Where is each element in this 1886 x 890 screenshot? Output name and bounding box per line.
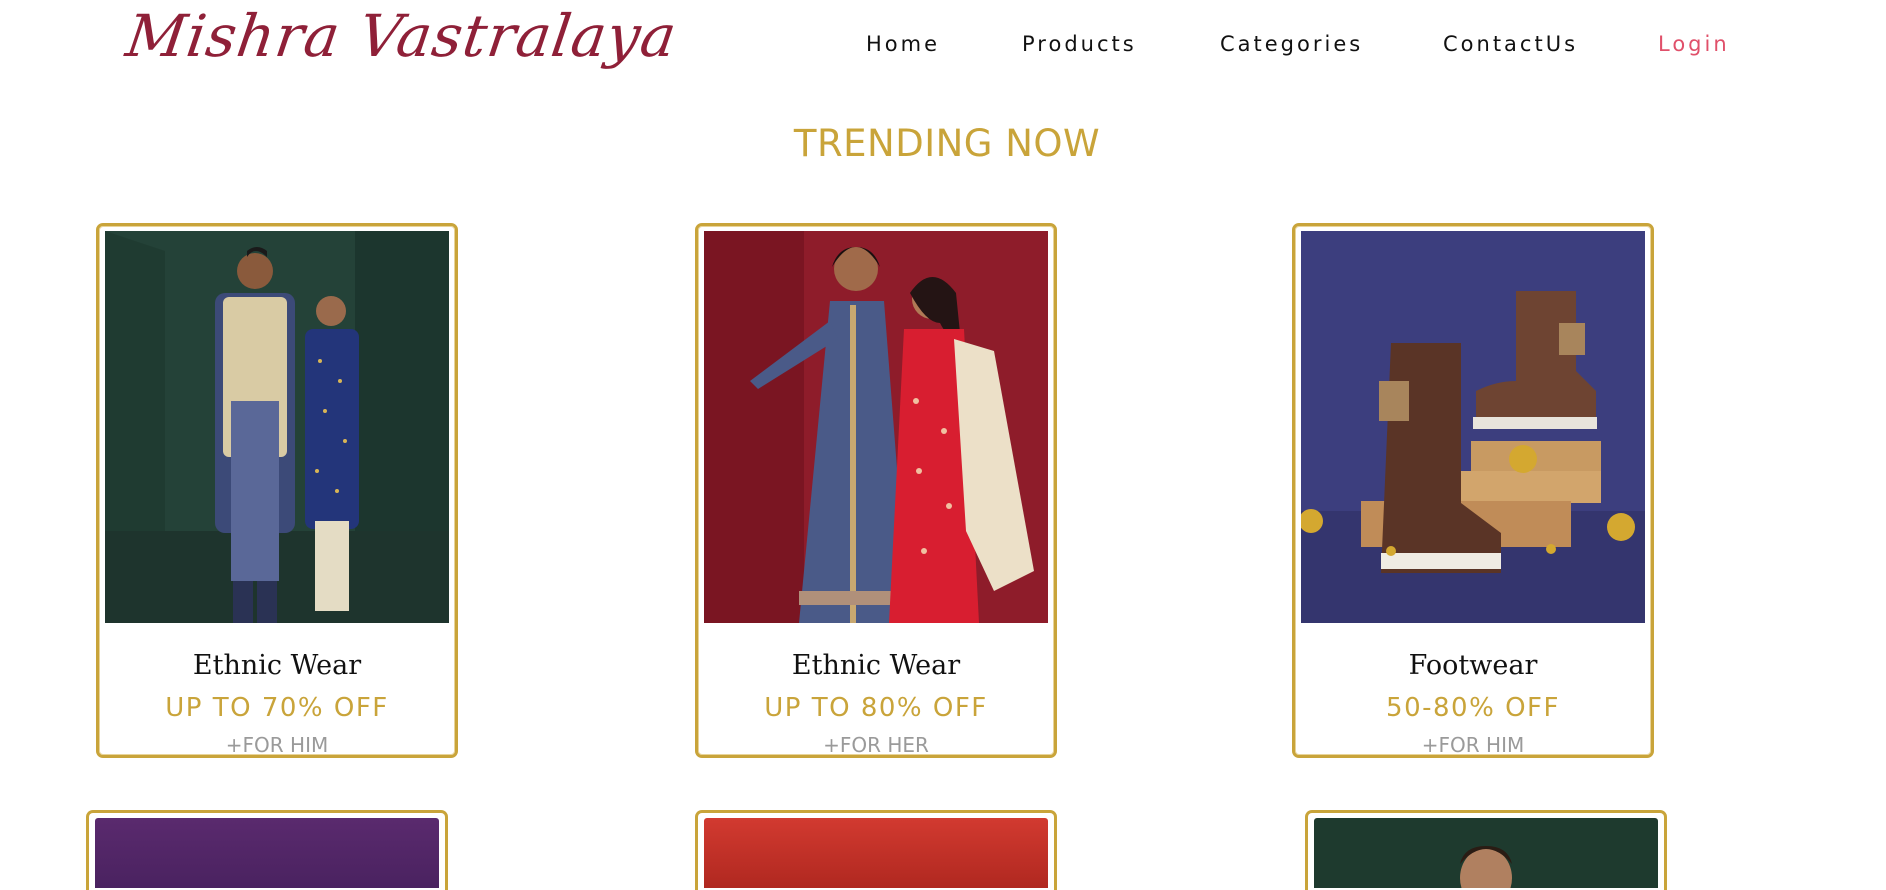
product-card-row2-1[interactable]	[86, 810, 448, 890]
nav-products[interactable]: Products	[1022, 32, 1137, 56]
product-image-row2-1	[95, 818, 439, 888]
nav-login[interactable]: Login	[1658, 32, 1730, 56]
product-card-footwear[interactable]: Footwear 50-80% OFF +FOR HIM	[1292, 223, 1654, 758]
nav-contactus[interactable]: ContactUs	[1443, 32, 1578, 56]
footwear-illustration	[1301, 231, 1645, 623]
product-card-row2-2[interactable]	[695, 810, 1057, 890]
product-image-row2-2	[704, 818, 1048, 888]
nav-home[interactable]: Home	[866, 32, 940, 56]
card-sub: +FOR HIM	[1421, 733, 1525, 757]
product-image-ethnic-men	[105, 231, 449, 623]
card-offer: 50-80% OFF	[1386, 693, 1560, 723]
product-card-row2-3[interactable]	[1305, 810, 1667, 890]
card-title: Ethnic Wear	[791, 650, 961, 681]
section-title: TRENDING NOW	[0, 122, 1886, 165]
card-title: Footwear	[1408, 650, 1538, 681]
product-image-footwear	[1301, 231, 1645, 623]
card-sub: +FOR HER	[823, 733, 929, 757]
row2-person-illustration	[1460, 846, 1512, 888]
product-card-ethnic-her[interactable]: Ethnic Wear UP TO 80% OFF +FOR HER	[695, 223, 1057, 758]
product-image-ethnic-women	[704, 231, 1048, 623]
product-card-ethnic-him[interactable]: Ethnic Wear UP TO 70% OFF +FOR HIM	[96, 223, 458, 758]
nav-categories[interactable]: Categories	[1220, 32, 1363, 56]
brand-logo[interactable]: Mishra Vastralaya	[122, 2, 681, 70]
card-offer: UP TO 80% OFF	[764, 693, 988, 723]
card-title: Ethnic Wear	[192, 650, 362, 681]
card-sub: +FOR HIM	[225, 733, 329, 757]
card-offer: UP TO 70% OFF	[165, 693, 389, 723]
product-image-row2-3	[1314, 818, 1658, 888]
ethnic-women-illustration	[704, 231, 1048, 623]
ethnic-men-illustration	[105, 231, 449, 623]
section-title-text: TRENDING NOW	[793, 122, 1101, 165]
